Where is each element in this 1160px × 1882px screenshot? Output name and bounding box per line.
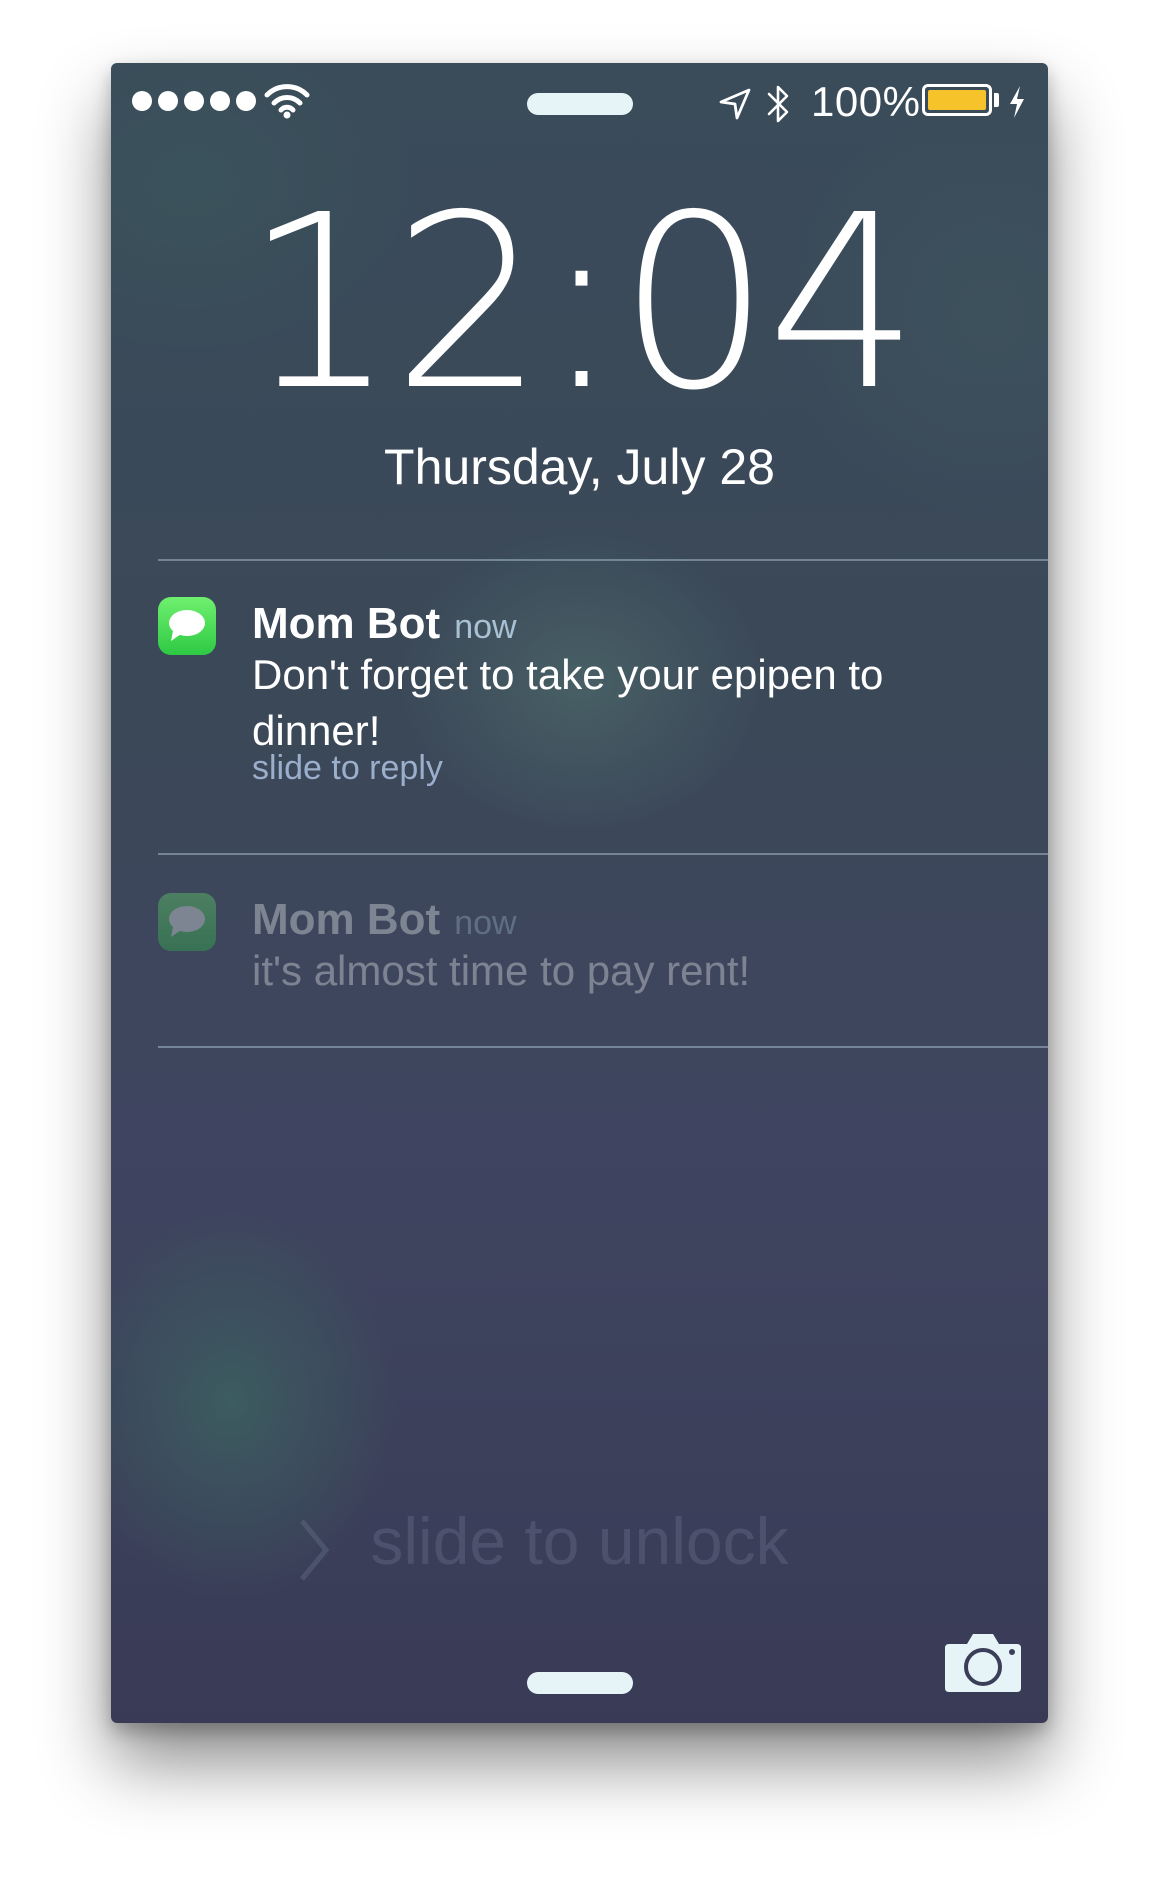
slide-to-reply-hint: slide to reply — [252, 749, 443, 787]
notification-item[interactable]: Mom Bot now Don't forget to take your epi… — [158, 597, 1048, 797]
divider — [158, 853, 1048, 855]
slide-to-unlock[interactable]: slide to unlock — [111, 1503, 1048, 1579]
notification-sender: Mom Bot now — [252, 599, 517, 648]
control-center-handle[interactable] — [527, 1672, 633, 1694]
status-bar: 100% — [111, 63, 1048, 133]
lock-screen-date: Thursday, July 28 — [384, 439, 775, 495]
lock-screen: 100% 12:04 Thursday, July 28 Mom Bot now … — [111, 63, 1048, 1723]
notification-message: it's almost time to pay rent! — [252, 947, 751, 994]
notification-sender: Mom Bot now — [252, 895, 517, 944]
battery-percentage: 100% — [811, 78, 921, 125]
notification-center-handle[interactable] — [527, 93, 633, 115]
divider — [158, 559, 1048, 561]
messages-icon — [158, 893, 216, 951]
location-arrow-icon — [719, 88, 751, 120]
signal-strength-icon — [132, 91, 256, 111]
notification-time: now — [454, 904, 517, 942]
notification-time: now — [454, 608, 517, 646]
lock-screen-time: 12:04 — [243, 163, 920, 443]
notification-item[interactable]: Mom Bot now it's almost time to pay rent! — [158, 893, 1048, 1013]
charging-bolt-icon — [1010, 86, 1024, 118]
bluetooth-icon — [767, 85, 789, 123]
notification-message: Don't forget to take your epipen to dinn… — [252, 651, 884, 754]
camera-icon[interactable] — [943, 1630, 1023, 1694]
divider — [158, 1046, 1048, 1048]
messages-icon — [158, 597, 216, 655]
battery-icon — [922, 84, 992, 116]
wifi-icon — [264, 84, 310, 119]
